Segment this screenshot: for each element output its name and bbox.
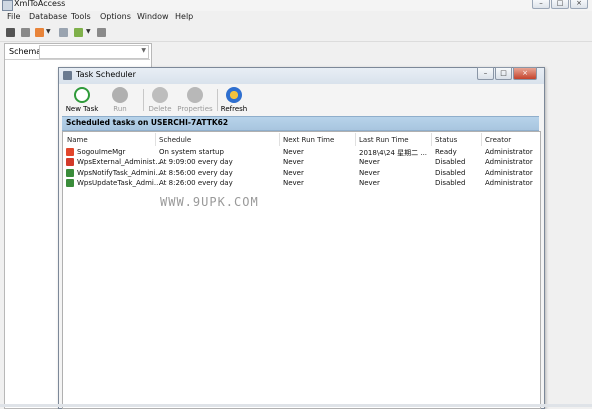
delete-label: Delete xyxy=(148,105,172,113)
column-divider[interactable] xyxy=(279,133,280,146)
new-task-label: New Task xyxy=(65,105,99,113)
column-divider[interactable] xyxy=(155,133,156,146)
schedule-icon[interactable] xyxy=(74,28,83,37)
column-divider[interactable] xyxy=(431,133,432,146)
dialog-maximize-button[interactable]: □ xyxy=(495,67,512,80)
task-name: WpsNotifyTask_Admini... xyxy=(77,169,163,177)
app-titlebar xyxy=(0,0,592,11)
column-header-name[interactable]: Name xyxy=(67,136,88,144)
task-last-run: Never xyxy=(359,158,380,166)
task-creator: Administrator xyxy=(485,148,533,156)
maximize-button[interactable]: □ xyxy=(551,0,569,9)
sogou-task-icon xyxy=(66,148,74,156)
properties-button[interactable]: Properties xyxy=(175,87,215,113)
task-last-run: 2018\4\24 星期二 ... xyxy=(359,149,428,157)
task-scheduler-icon xyxy=(63,71,72,80)
task-schedule: On system startup xyxy=(159,148,224,156)
run-button[interactable]: Run xyxy=(100,87,140,113)
chevron-down-icon: ▼ xyxy=(141,47,146,54)
divider xyxy=(5,59,150,60)
open-icon[interactable] xyxy=(21,28,30,37)
task-status: Ready xyxy=(435,148,457,156)
new-task-icon xyxy=(74,87,90,103)
task-creator: Administrator xyxy=(485,179,533,187)
import-dropdown-icon[interactable]: ▼ xyxy=(46,28,51,35)
task-creator: Administrator xyxy=(485,158,533,166)
menu-options[interactable]: Options xyxy=(100,12,131,21)
watermark: WWW.9UPK.COM xyxy=(160,195,259,209)
schema-label: Schema xyxy=(9,47,42,56)
minimize-button[interactable]: – xyxy=(532,0,550,9)
new-task-button[interactable]: New Task xyxy=(62,87,102,113)
schedule-dropdown-icon[interactable]: ▼ xyxy=(86,28,91,35)
app-icon xyxy=(2,0,13,11)
dialog-minimize-button[interactable]: – xyxy=(477,67,494,80)
task-name: SogouImeMgr xyxy=(77,148,126,156)
refresh-button[interactable]: Refresh xyxy=(214,87,254,113)
window-controls: – □ × xyxy=(532,0,588,9)
task-status: Disabled xyxy=(435,169,466,177)
wps-task-icon xyxy=(66,158,74,166)
task-schedule: At 9:09:00 every day xyxy=(159,158,233,166)
export-icon[interactable] xyxy=(59,28,68,37)
task-schedule: At 8:26:00 every day xyxy=(159,179,233,187)
delete-button[interactable]: Delete xyxy=(140,87,180,113)
task-name: WpsExternal_Administ... xyxy=(77,158,162,166)
menu-window[interactable]: Window xyxy=(137,12,169,21)
properties-icon xyxy=(187,87,203,103)
refresh-label: Refresh xyxy=(220,105,248,113)
task-status: Disabled xyxy=(435,158,466,166)
scheduled-label: Scheduled tasks on USERCHI-7ATTK62 xyxy=(66,118,229,127)
task-next-run: Never xyxy=(283,158,304,166)
menu-database[interactable]: Database xyxy=(29,12,67,21)
task-next-run: Never xyxy=(283,169,304,177)
task-creator: Administrator xyxy=(485,169,533,177)
delete-icon xyxy=(152,87,168,103)
column-header-last-run[interactable]: Last Run Time xyxy=(359,136,409,144)
schema-select[interactable]: ▼ xyxy=(39,45,149,59)
menu-file[interactable]: File xyxy=(7,12,20,21)
column-divider[interactable] xyxy=(355,133,356,146)
app-title: XmlToAccess xyxy=(14,0,66,8)
column-header-next-run[interactable]: Next Run Time xyxy=(283,136,334,144)
task-last-run: Never xyxy=(359,179,380,187)
dialog-window-controls: – □ × xyxy=(477,67,537,80)
task-name: WpsUpdateTask_Admi... xyxy=(77,179,161,187)
task-next-run: Never xyxy=(283,179,304,187)
dialog-title: Task Scheduler xyxy=(76,70,136,79)
task-status: Disabled xyxy=(435,179,466,187)
column-header-status[interactable]: Status xyxy=(435,136,457,144)
run-label: Run xyxy=(113,105,127,113)
close-button[interactable]: × xyxy=(570,0,588,9)
menu-help[interactable]: Help xyxy=(175,12,193,21)
menu-tools[interactable]: Tools xyxy=(71,12,91,21)
dialog-close-button[interactable]: × xyxy=(513,67,537,80)
task-schedule: At 8:56:00 every day xyxy=(159,169,233,177)
import-icon[interactable] xyxy=(35,28,44,37)
task-next-run: Never xyxy=(283,148,304,156)
connect-icon[interactable] xyxy=(6,28,15,37)
task-last-run: Never xyxy=(359,169,380,177)
wps-task-icon xyxy=(66,179,74,187)
column-divider[interactable] xyxy=(481,133,482,146)
column-header-schedule[interactable]: Schedule xyxy=(159,136,191,144)
wps-task-icon xyxy=(66,169,74,177)
column-header-creator[interactable]: Creator xyxy=(485,136,511,144)
properties-label: Properties xyxy=(177,105,213,113)
stop-icon[interactable] xyxy=(97,28,106,37)
refresh-icon xyxy=(226,87,242,103)
run-icon xyxy=(112,87,128,103)
